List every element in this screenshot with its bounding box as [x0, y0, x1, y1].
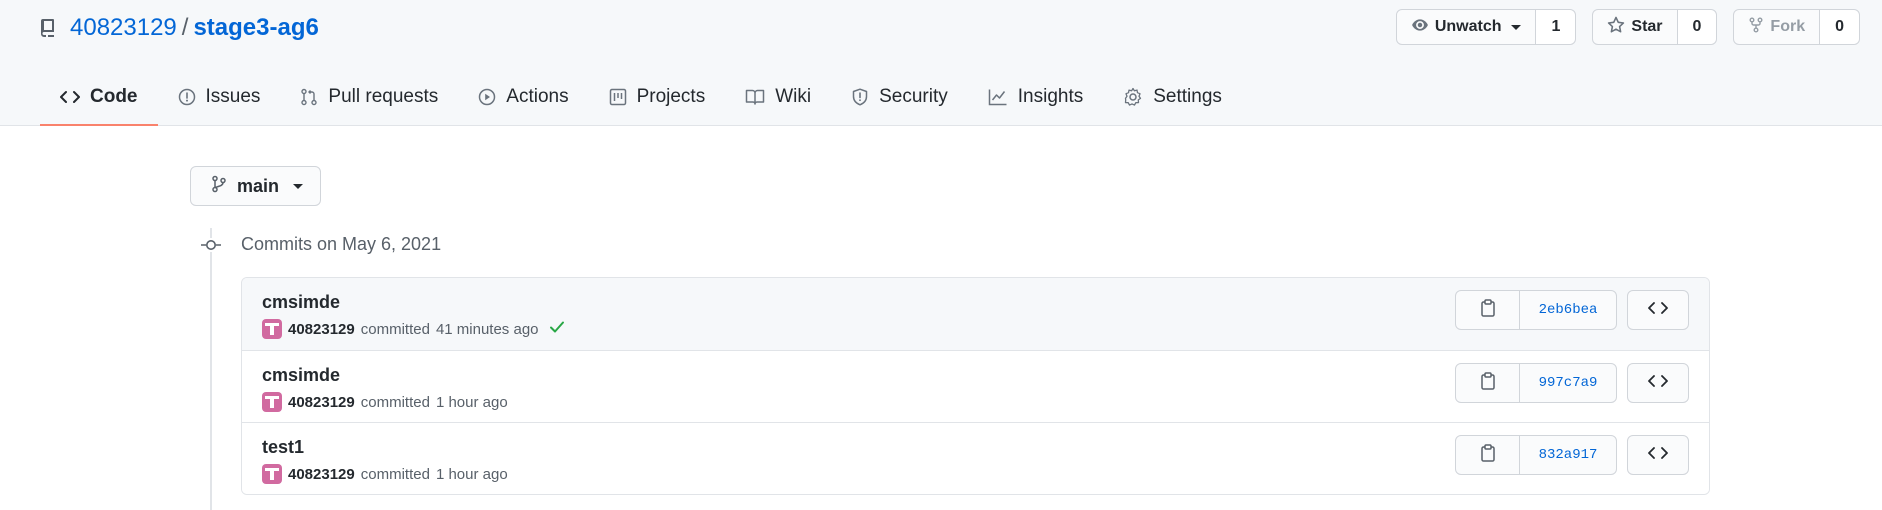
commit-meta: 40823129 committed 1 hour ago: [262, 463, 508, 485]
project-icon: [609, 86, 627, 108]
tab-settings-label: Settings: [1153, 86, 1222, 107]
watch-group: Unwatch 1: [1395, 9, 1577, 45]
chevron-down-icon: [1511, 24, 1522, 30]
code-icon: [60, 86, 80, 108]
unwatch-label: Unwatch: [1434, 18, 1502, 35]
star-count[interactable]: 0: [1676, 10, 1717, 44]
repo-title: 40823129 / stage3-ag6: [40, 10, 319, 46]
branch-icon: [211, 175, 227, 198]
commit-action: committed: [360, 393, 430, 411]
eye-icon: [1411, 16, 1429, 39]
tab-issues[interactable]: Issues: [158, 76, 281, 126]
commit-list: cmsimde 40823129 committed 41 minutes ag…: [241, 277, 1710, 495]
clipboard-icon: [1480, 371, 1496, 395]
tab-security-label: Security: [879, 86, 948, 107]
branch-name: main: [237, 175, 280, 196]
tab-actions[interactable]: Actions: [458, 76, 588, 126]
clipboard-icon: [1480, 443, 1496, 467]
copy-sha-button[interactable]: [1456, 436, 1520, 474]
book-icon: [745, 86, 765, 108]
commit-meta: 40823129 committed 1 hour ago: [262, 391, 508, 413]
browse-repo-button[interactable]: [1627, 435, 1689, 475]
play-icon: [478, 86, 496, 108]
commits-date-heading: Commits on May 6, 2021: [241, 234, 442, 254]
sha-group: 2eb6bea: [1455, 290, 1617, 330]
tab-actions-label: Actions: [506, 86, 569, 107]
commit-action: committed: [360, 465, 430, 483]
star-button[interactable]: Star: [1593, 10, 1676, 44]
commit-sha-link[interactable]: 832a917: [1520, 436, 1616, 474]
repo-name-link[interactable]: stage3-ag6: [193, 14, 318, 42]
tab-insights[interactable]: Insights: [968, 76, 1103, 126]
clipboard-icon: [1480, 298, 1496, 322]
commit-sha-link[interactable]: 2eb6bea: [1520, 291, 1616, 329]
commit-meta: 40823129 committed 41 minutes ago: [262, 318, 565, 340]
fork-button[interactable]: Fork: [1734, 10, 1819, 44]
commit-time: 1 hour ago: [435, 465, 508, 483]
code-icon: [1648, 301, 1668, 320]
fork-label: Fork: [1770, 18, 1806, 35]
tab-wiki-label: Wiki: [775, 86, 812, 107]
avatar[interactable]: [262, 319, 282, 339]
commit-row: cmsimde 40823129 committed 41 minutes ag…: [242, 278, 1709, 350]
sha-group: 832a917: [1455, 435, 1617, 475]
branch-select-button[interactable]: main: [190, 166, 321, 206]
commit-author[interactable]: 40823129: [288, 394, 355, 411]
commit-author[interactable]: 40823129: [288, 321, 355, 338]
copy-sha-button[interactable]: [1456, 364, 1520, 402]
commit-row: test1 40823129 committed 1 hour ago 832a…: [242, 422, 1709, 494]
star-icon: [1607, 16, 1625, 39]
repo-separator: /: [181, 14, 189, 41]
tab-wiki[interactable]: Wiki: [725, 76, 831, 126]
watch-count[interactable]: 1: [1535, 10, 1576, 44]
tab-pull-requests[interactable]: Pull requests: [280, 76, 458, 126]
star-group: Star 0: [1592, 9, 1718, 45]
repo-header: 40823129 / stage3-ag6 Unwatch 1 Star 0 F…: [0, 0, 1882, 126]
browse-repo-button[interactable]: [1627, 363, 1689, 403]
tab-code-label: Code: [90, 86, 138, 107]
graph-icon: [988, 86, 1008, 108]
sha-group: 997c7a9: [1455, 363, 1617, 403]
check-icon[interactable]: [549, 320, 565, 339]
tab-insights-label: Insights: [1017, 86, 1084, 107]
repo-nav-tabs: Code Issues Pull requests Actions Projec…: [40, 76, 1242, 126]
fork-count[interactable]: 0: [1819, 10, 1859, 44]
commit-node-icon: [201, 238, 221, 252]
tab-code[interactable]: Code: [40, 76, 158, 126]
copy-sha-button[interactable]: [1456, 291, 1520, 329]
avatar[interactable]: [262, 392, 282, 412]
tab-projects-label: Projects: [636, 86, 706, 107]
tab-security[interactable]: Security: [831, 76, 968, 126]
star-label: Star: [1631, 18, 1663, 35]
commit-action: committed: [360, 320, 430, 338]
tab-settings[interactable]: Settings: [1103, 76, 1242, 126]
commit-author[interactable]: 40823129: [288, 466, 355, 483]
fork-group: Fork 0: [1733, 9, 1860, 45]
timeline-line: [210, 228, 212, 510]
pull-request-icon: [300, 86, 318, 108]
avatar[interactable]: [262, 464, 282, 484]
commit-row: cmsimde 40823129 committed 1 hour ago 99…: [242, 350, 1709, 422]
commit-title-link[interactable]: cmsimde: [262, 365, 340, 386]
shield-icon: [851, 86, 869, 108]
commit-title-link[interactable]: cmsimde: [262, 292, 340, 313]
unwatch-button[interactable]: Unwatch: [1397, 10, 1536, 44]
tab-pull-requests-label: Pull requests: [328, 86, 439, 107]
repo-owner-link[interactable]: 40823129: [70, 14, 177, 42]
gear-icon: [1123, 86, 1143, 108]
commit-title-link[interactable]: test1: [262, 437, 304, 458]
code-icon: [1648, 446, 1668, 465]
commit-time: 1 hour ago: [435, 393, 508, 411]
repo-icon: [40, 18, 60, 38]
commit-time: 41 minutes ago: [435, 320, 539, 338]
chevron-down-icon: [293, 183, 304, 189]
issue-icon: [178, 86, 196, 108]
tab-issues-label: Issues: [205, 86, 261, 107]
browse-repo-button[interactable]: [1627, 290, 1689, 330]
tab-projects[interactable]: Projects: [589, 76, 726, 126]
code-icon: [1648, 374, 1668, 393]
commit-sha-link[interactable]: 997c7a9: [1520, 364, 1616, 402]
fork-icon: [1748, 16, 1764, 39]
repo-actions: Unwatch 1 Star 0 Fork 0: [1395, 9, 1860, 45]
